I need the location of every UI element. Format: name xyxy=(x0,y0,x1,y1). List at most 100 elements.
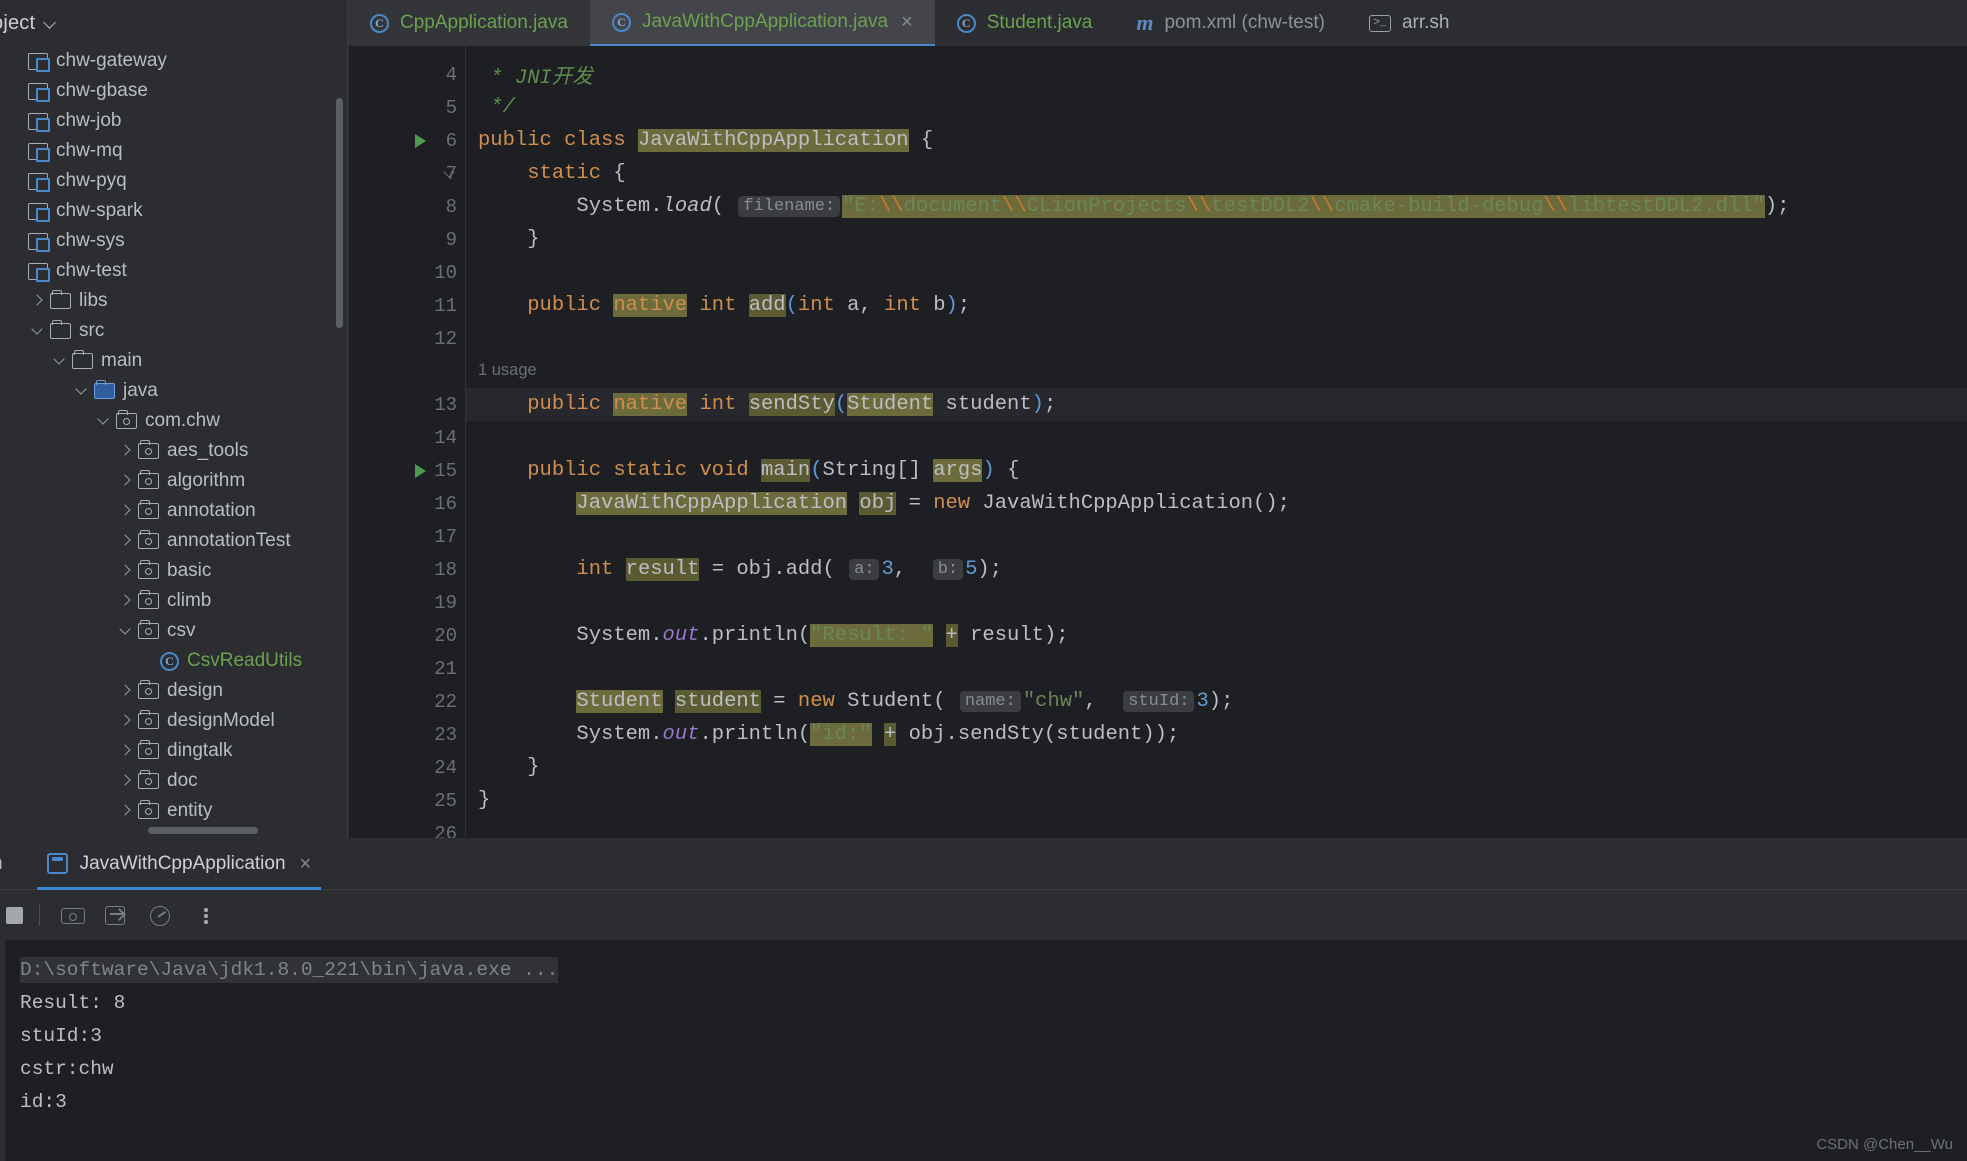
project-panel-header[interactable]: oject xyxy=(0,0,348,46)
run-gutter-icon-line-15[interactable] xyxy=(409,454,431,487)
gutter-line-number-5: 5 xyxy=(445,96,457,119)
export-icon[interactable] xyxy=(100,898,134,932)
tree-item-label: climb xyxy=(167,590,212,611)
code-line: public class JavaWithCppApplication { xyxy=(478,129,934,152)
source-folder-icon xyxy=(94,380,115,399)
chevron-right-icon[interactable] xyxy=(118,473,134,489)
code-vision-usage[interactable]: 1 usage xyxy=(466,361,537,380)
code-line: } xyxy=(527,228,540,251)
tree-item-label: chw-sys xyxy=(56,230,125,251)
tree-item-annotationtest[interactable]: annotationTest xyxy=(0,526,347,556)
gutter-line-number-24: 24 xyxy=(434,756,457,779)
run-gutter-icon-line-6[interactable] xyxy=(409,124,431,157)
editor-tab-4[interactable]: m pom.xml (chw-test) xyxy=(1114,0,1347,46)
tree-item-main[interactable]: main xyxy=(0,346,347,376)
tree-item-chw-job[interactable]: chw-job xyxy=(0,106,347,136)
tree-item-src[interactable]: src xyxy=(0,316,347,346)
tree-item-doc[interactable]: doc xyxy=(0,766,347,796)
tree-item-design[interactable]: design xyxy=(0,676,347,706)
tree-item-label: entity xyxy=(167,800,213,821)
tree-arrow-placeholder xyxy=(8,173,24,189)
chevron-right-icon[interactable] xyxy=(118,773,134,789)
chevron-right-icon[interactable] xyxy=(118,533,134,549)
close-icon[interactable]: × xyxy=(300,854,312,874)
project-tree[interactable]: chw-gateway chw-gbase chw-job chw-mq chw-pyq… xyxy=(0,46,348,838)
gutter-line-number-16: 16 xyxy=(434,492,457,515)
tree-arrow-placeholder xyxy=(8,143,24,159)
chevron-right-icon[interactable] xyxy=(118,713,134,729)
gutter-line-number-22: 22 xyxy=(434,690,457,713)
tree-item-entity[interactable]: entity xyxy=(0,796,347,826)
gutter-line-number-26: 26 xyxy=(434,822,457,839)
tree-item-chw-mq[interactable]: chw-mq xyxy=(0,136,347,166)
tree-item-annotation[interactable]: annotation xyxy=(0,496,347,526)
tree-item-chw-gbase[interactable]: chw-gbase xyxy=(0,76,347,106)
module-folder-icon xyxy=(28,142,50,162)
fold-chevron-line-7[interactable] xyxy=(441,157,457,190)
chevron-down-icon[interactable] xyxy=(118,623,134,639)
tree-item-algorithm[interactable]: algorithm xyxy=(0,466,347,496)
tree-item-java[interactable]: java xyxy=(0,376,347,406)
chevron-right-icon[interactable] xyxy=(30,293,46,309)
package-icon xyxy=(138,590,159,609)
chevron-down-icon[interactable] xyxy=(30,323,46,339)
tree-item-chw-pyq[interactable]: chw-pyq xyxy=(0,166,347,196)
chevron-right-icon[interactable] xyxy=(118,803,134,819)
tree-item-designmodel[interactable]: designModel xyxy=(0,706,347,736)
more-options-icon[interactable] xyxy=(194,898,218,932)
close-icon[interactable]: × xyxy=(901,12,913,32)
tree-item-label: CsvReadUtils xyxy=(187,650,303,671)
chevron-right-icon[interactable] xyxy=(118,593,134,609)
tree-item-climb[interactable]: climb xyxy=(0,586,347,616)
tree-item-com-chw[interactable]: com.chw xyxy=(0,406,347,436)
code-editor[interactable]: 4 5 6 7 8 9 10 11 12 13 14 15 16 17 18 19 20 21 22 23 24 25 26… xyxy=(349,46,1967,838)
tree-item-label: main xyxy=(101,350,143,371)
package-icon xyxy=(138,530,159,549)
chevron-right-icon[interactable] xyxy=(118,743,134,759)
tree-item-csv[interactable]: csv xyxy=(0,616,347,646)
project-tree-horizontal-scrollbar[interactable] xyxy=(148,827,258,834)
maven-icon: m xyxy=(1136,10,1154,35)
editor-gutter[interactable]: 4 5 6 7 8 9 10 11 12 13 14 15 16 17 18 19 20 21 22 23 24 25 26 xyxy=(349,46,465,838)
stop-button[interactable] xyxy=(6,906,23,924)
run-configuration-tab[interactable]: JavaWithCppApplication × xyxy=(36,838,322,890)
console-output[interactable]: D:\software\Java\jdk1.8.0_221\bin\java.e… xyxy=(0,940,1967,1161)
shell-script-icon: >_ xyxy=(1368,14,1391,32)
gutter-line-number-23: 23 xyxy=(434,723,457,746)
chevron-right-icon[interactable] xyxy=(118,503,134,519)
tree-item-label: annotationTest xyxy=(167,530,291,551)
tree-item-chw-gateway[interactable]: chw-gateway xyxy=(0,46,347,76)
tree-item-csvreadutils[interactable]: C CsvReadUtils xyxy=(0,646,347,676)
tree-item-dingtalk[interactable]: dingtalk xyxy=(0,736,347,766)
tree-item-label: chw-gateway xyxy=(56,50,167,71)
inlay-hint-a: a: xyxy=(849,559,880,580)
chevron-down-icon[interactable] xyxy=(96,413,112,429)
tree-item-chw-sys[interactable]: chw-sys xyxy=(0,226,347,256)
project-tree-rows: chw-gateway chw-gbase chw-job chw-mq chw-pyq… xyxy=(0,46,347,826)
chevron-down-icon[interactable] xyxy=(74,383,90,399)
tree-item-chw-spark[interactable]: chw-spark xyxy=(0,196,347,226)
chevron-right-icon[interactable] xyxy=(118,563,134,579)
editor-tab-1[interactable]: C CppApplication.java xyxy=(348,0,590,46)
profiler-icon[interactable] xyxy=(144,898,178,932)
chevron-down-icon[interactable] xyxy=(44,17,57,30)
tree-item-label: design xyxy=(167,680,223,701)
project-tree-vertical-scrollbar[interactable] xyxy=(336,98,343,328)
chevron-down-icon[interactable] xyxy=(52,353,68,369)
screenshot-icon[interactable] xyxy=(56,898,90,932)
chevron-right-icon[interactable] xyxy=(118,683,134,699)
tree-item-basic[interactable]: basic xyxy=(0,556,347,586)
inlay-hint-name: name: xyxy=(959,691,1021,712)
run-configuration-icon xyxy=(46,853,68,874)
tree-item-aes-tools[interactable]: aes_tools xyxy=(0,436,347,466)
chevron-right-icon[interactable] xyxy=(118,443,134,459)
code-area[interactable]: 1 usage * JNI开发 */ public class JavaWithC… xyxy=(466,46,1967,838)
editor-tab-5[interactable]: >_ arr.sh xyxy=(1347,0,1472,46)
editor-tab-2[interactable]: C JavaWithCppApplication.java × xyxy=(589,0,935,46)
editor-tab-3[interactable]: C Student.java xyxy=(935,0,1115,46)
tree-item-label: chw-spark xyxy=(56,200,143,221)
code-line: * JNI开发 xyxy=(478,67,593,90)
tree-item-chw-test[interactable]: chw-test xyxy=(0,256,347,286)
package-icon xyxy=(138,680,159,699)
tree-item-libs[interactable]: libs xyxy=(0,286,347,316)
